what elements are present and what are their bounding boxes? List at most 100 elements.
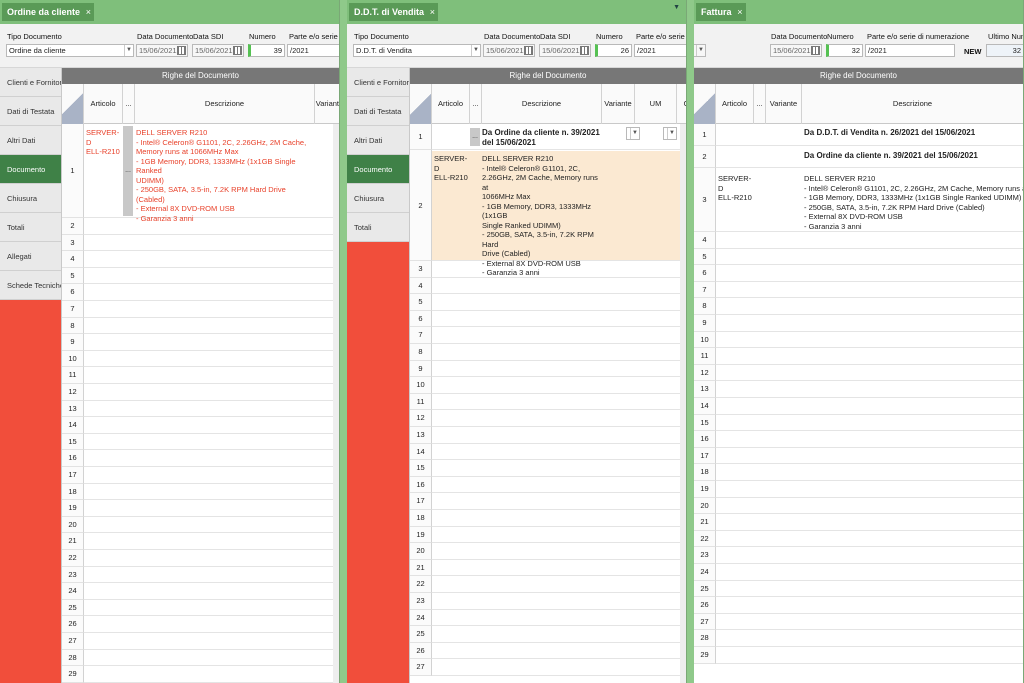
select-all-corner[interactable] [694, 84, 716, 124]
row-number[interactable]: 8 [62, 317, 84, 335]
row-number[interactable]: 27 [62, 633, 84, 650]
select-all-corner[interactable] [62, 84, 84, 124]
vertical-scrollbar[interactable] [333, 124, 339, 683]
col-dots[interactable]: ... [123, 84, 135, 124]
sidebar-item-altri-dati[interactable]: Altri Dati [0, 126, 61, 155]
serie-field[interactable]: /2021 [865, 44, 955, 57]
row-number[interactable]: 3 [62, 234, 84, 252]
descrizione-cell[interactable]: DELL SERVER R210 - Intel® Celeron® G1101… [482, 154, 602, 278]
row-number[interactable]: 21 [694, 514, 716, 531]
tab-ordine-cliente[interactable]: Ordine da cliente × [2, 3, 95, 21]
row-number[interactable]: 5 [62, 267, 84, 285]
row-number[interactable]: 26 [410, 642, 432, 660]
row-number[interactable]: 4 [410, 277, 432, 295]
row-number[interactable]: 18 [62, 483, 84, 501]
row-number[interactable]: 2 [62, 218, 84, 235]
data-sdi-field[interactable]: 15/06/2021 [539, 44, 591, 57]
row-number[interactable]: 19 [694, 481, 716, 498]
calendar-icon[interactable] [524, 46, 533, 55]
row-number[interactable]: 18 [694, 464, 716, 481]
col-articolo[interactable]: Articolo [432, 84, 470, 124]
data-sdi-field[interactable]: 15/06/2021 [192, 44, 244, 57]
vertical-scrollbar[interactable] [680, 124, 686, 683]
row-number[interactable]: 2 [410, 150, 432, 261]
row-number[interactable]: 3 [694, 168, 716, 232]
row-number[interactable]: 24 [62, 583, 84, 600]
numero-field[interactable]: 39 [248, 44, 285, 57]
row-number[interactable]: 5 [410, 294, 432, 311]
row-number[interactable]: 23 [62, 566, 84, 584]
col-descrizione[interactable]: Descrizione [135, 84, 315, 124]
row-number[interactable]: 16 [410, 476, 432, 494]
row-number[interactable]: 29 [694, 647, 716, 664]
reference-line[interactable]: Da Ordine da cliente n. 39/2021 del 15/0… [482, 128, 632, 147]
row-number[interactable]: 21 [410, 559, 432, 577]
chevron-down-icon[interactable]: ▼ [696, 45, 705, 56]
articolo-cell[interactable]: SERVER-D ELL-R210 [718, 174, 754, 203]
sidebar-item-totali[interactable]: Totali [347, 213, 409, 242]
col-quantita[interactable]: Q [677, 84, 686, 124]
row-number[interactable]: 7 [62, 301, 84, 318]
tipo-documento-select[interactable]: Ordine da cliente ▼ [6, 44, 134, 57]
col-variante[interactable]: Variante [602, 84, 635, 124]
row-number[interactable]: 8 [410, 344, 432, 361]
row-number[interactable]: 28 [694, 630, 716, 647]
row-number[interactable]: 18 [410, 510, 432, 527]
row-number[interactable]: 9 [694, 315, 716, 332]
row-number[interactable]: 20 [62, 516, 84, 534]
col-articolo[interactable]: Articolo [84, 84, 123, 124]
row-number[interactable]: 14 [410, 443, 432, 461]
row-number[interactable]: 12 [694, 364, 716, 382]
sidebar-item-dati-testata[interactable]: Dati di Testata [347, 97, 409, 126]
row-number[interactable]: 15 [694, 414, 716, 432]
row-number[interactable]: 13 [410, 427, 432, 444]
close-icon[interactable]: × [430, 3, 435, 21]
tab-fattura[interactable]: Fattura × [696, 3, 746, 21]
descrizione-cell[interactable]: DELL SERVER R210 - Intel® Celeron® G1101… [804, 174, 1023, 231]
tipo-documento-select[interactable]: ▼ [694, 44, 706, 57]
row-number[interactable]: 4 [694, 232, 716, 249]
row-number[interactable]: 26 [62, 616, 84, 633]
row-number[interactable]: 12 [410, 410, 432, 427]
close-icon[interactable]: × [737, 3, 742, 21]
row-number[interactable]: 13 [62, 400, 84, 418]
row-number[interactable]: 29 [62, 666, 84, 683]
calendar-icon[interactable] [811, 46, 820, 55]
row-number[interactable]: 16 [62, 450, 84, 467]
col-articolo[interactable]: Articolo [716, 84, 754, 124]
row-number[interactable]: 25 [410, 626, 432, 643]
row-number[interactable]: 3 [410, 261, 432, 278]
row-number[interactable]: 10 [410, 377, 432, 394]
close-icon[interactable]: × [86, 3, 91, 21]
row-number[interactable]: 27 [410, 659, 432, 676]
row-number[interactable]: 1 [410, 124, 432, 150]
serie-field[interactable]: /2021 [287, 44, 339, 57]
row-number[interactable]: 1 [62, 124, 84, 218]
row-number[interactable]: 28 [62, 649, 84, 667]
row-menu-button[interactable]: ... [470, 128, 480, 146]
sidebar-item-chiusura[interactable]: Chiusura [347, 184, 409, 213]
chevron-down-icon[interactable]: ▼ [124, 45, 133, 56]
row-number[interactable]: 17 [694, 447, 716, 465]
sidebar-item-allegati[interactable]: Allegati [0, 242, 61, 271]
col-variante[interactable]: Variante [315, 84, 339, 124]
row-number[interactable]: 22 [410, 576, 432, 593]
articolo-cell[interactable]: SERVER-D ELL-R210 [86, 128, 124, 157]
row-number[interactable]: 15 [62, 433, 84, 451]
row-number[interactable]: 9 [410, 360, 432, 378]
row-number[interactable]: 22 [694, 530, 716, 548]
row-number[interactable]: 15 [410, 460, 432, 477]
col-dots[interactable]: ... [754, 84, 766, 124]
row-number[interactable]: 12 [62, 384, 84, 401]
sidebar-item-altri-dati[interactable]: Altri Dati [347, 126, 409, 155]
row-number[interactable]: 6 [694, 265, 716, 282]
data-documento-field[interactable]: 15/06/2021 [483, 44, 535, 57]
reference-line-ddt[interactable]: Da D.D.T. di Vendita n. 26/2021 del 15/0… [804, 128, 1023, 138]
row-number[interactable]: 24 [694, 564, 716, 581]
row-number[interactable]: 7 [410, 327, 432, 344]
row-number[interactable]: 11 [62, 367, 84, 384]
sidebar-item-documento[interactable]: Documento [347, 155, 409, 184]
sidebar-item-totali[interactable]: Totali [0, 213, 61, 242]
numero-field[interactable]: 32 [826, 44, 863, 57]
row-number[interactable]: 13 [694, 381, 716, 398]
